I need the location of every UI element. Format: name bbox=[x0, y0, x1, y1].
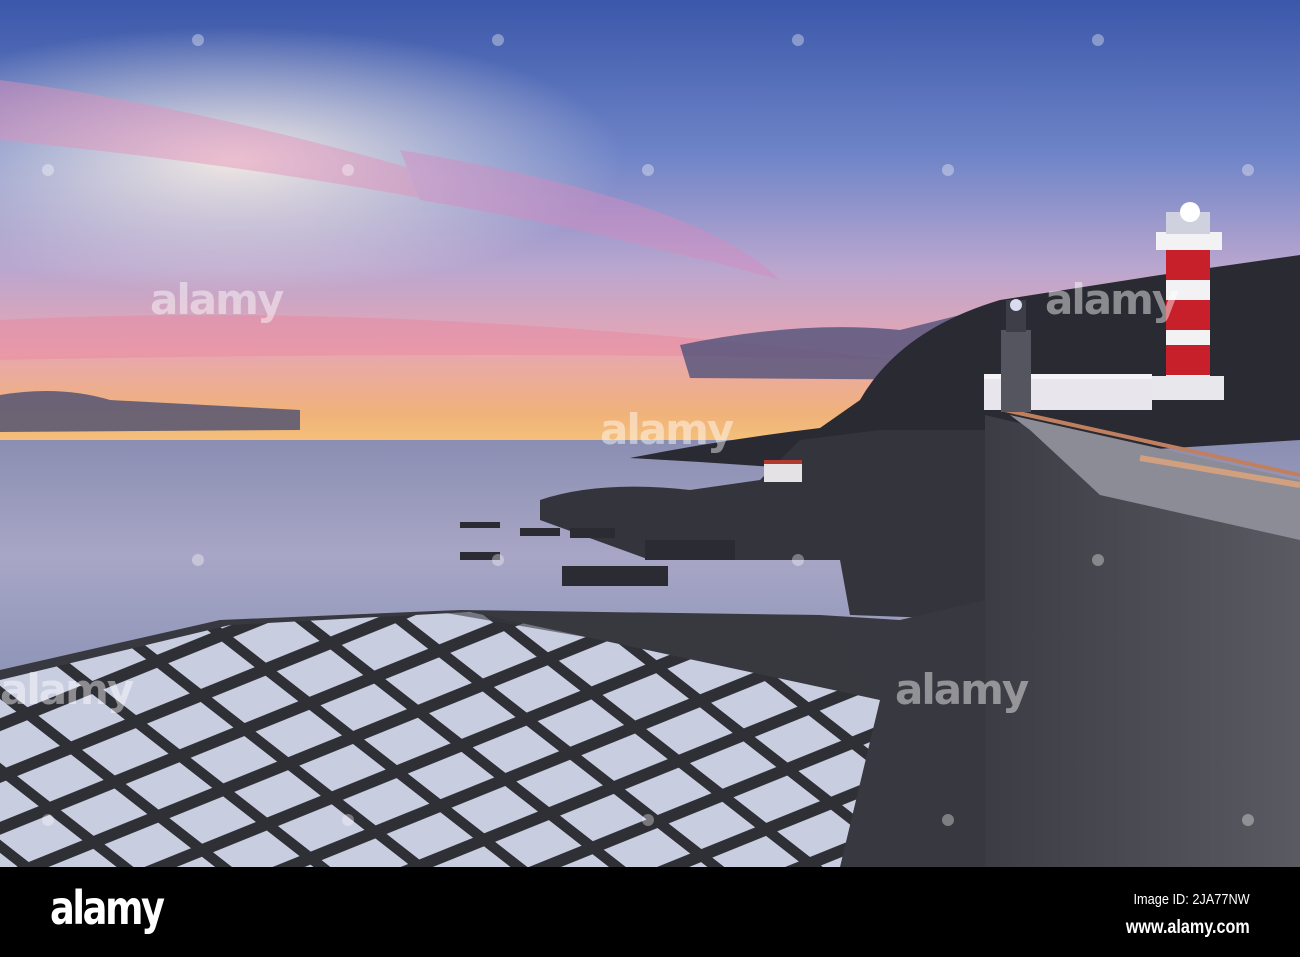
photo-frame: alamy alamy alamy alamy alamy alamy Imag… bbox=[0, 0, 1300, 957]
watermark: alamy bbox=[1045, 275, 1179, 324]
alamy-logo: alamy bbox=[50, 881, 165, 935]
watermark: alamy bbox=[150, 275, 284, 324]
image-id: Image ID: 2JA77NW bbox=[1133, 891, 1250, 908]
site-url: www.alamy.com bbox=[1126, 917, 1250, 938]
watermark: alamy bbox=[0, 665, 134, 714]
footer-bar: alamy Image ID: 2JA77NW www.alamy.com bbox=[0, 867, 1300, 957]
watermark: alamy bbox=[895, 665, 1029, 714]
watermark: alamy bbox=[600, 405, 734, 454]
